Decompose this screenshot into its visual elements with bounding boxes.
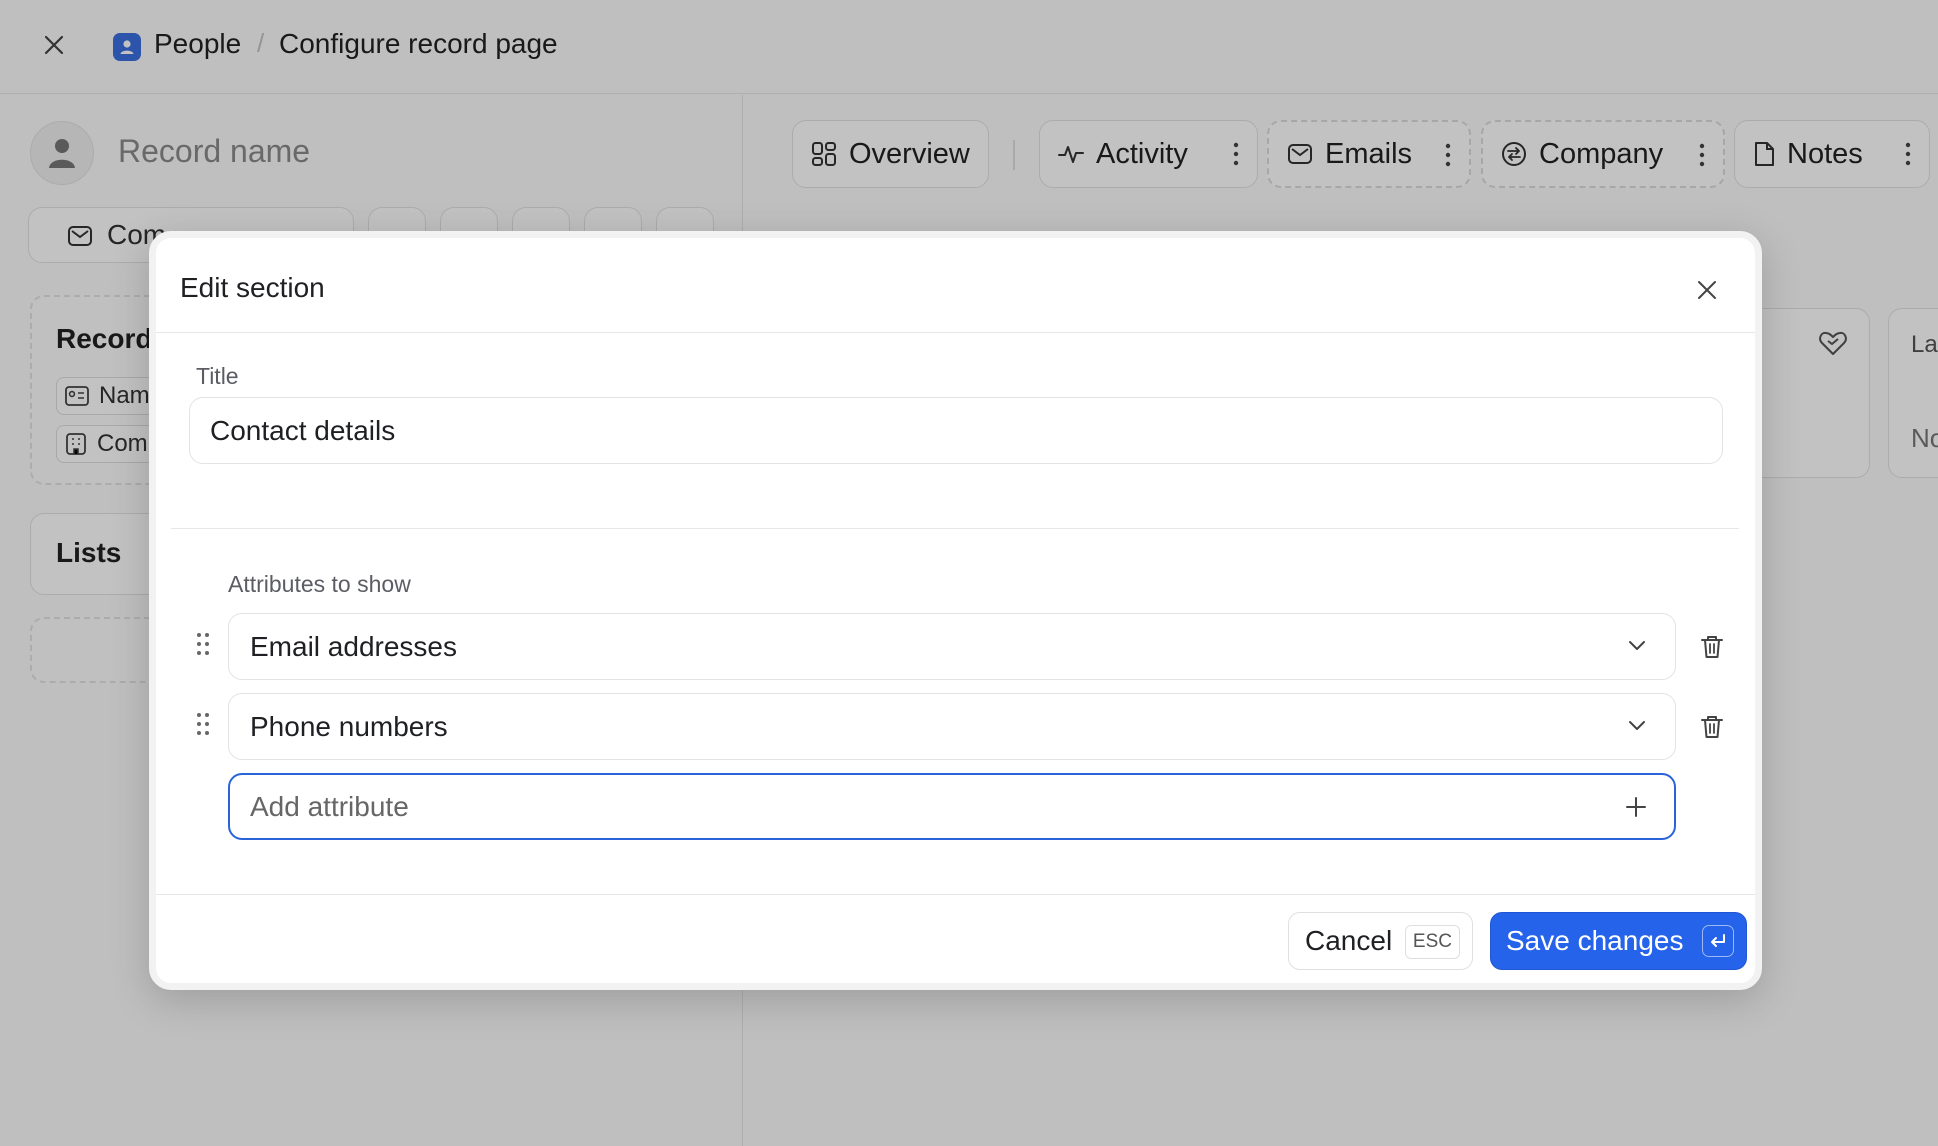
trash-icon[interactable] bbox=[1699, 634, 1725, 660]
chevron-down-icon bbox=[1629, 641, 1645, 650]
attribute-row: Phone numbers bbox=[156, 693, 1755, 760]
attribute-row: Email addresses bbox=[156, 613, 1755, 680]
dialog-header: Edit section bbox=[156, 238, 1755, 333]
drag-handle-icon[interactable] bbox=[196, 631, 210, 657]
attributes-label: Attributes to show bbox=[228, 571, 411, 597]
close-icon[interactable] bbox=[1695, 278, 1719, 302]
dialog-footer: Cancel ESC Save changes bbox=[156, 894, 1755, 983]
attribute-select[interactable]: Phone numbers bbox=[228, 693, 1676, 760]
drag-handle-icon[interactable] bbox=[196, 711, 210, 737]
edit-section-dialog: Edit section Title Attributes to show Em… bbox=[149, 231, 1762, 990]
add-attribute-input[interactable] bbox=[228, 773, 1676, 840]
divider bbox=[171, 528, 1739, 529]
title-input[interactable] bbox=[189, 397, 1723, 464]
save-changes-button[interactable]: Save changes bbox=[1490, 912, 1747, 970]
dialog-title: Edit section bbox=[180, 272, 325, 303]
esc-shortcut: ESC bbox=[1404, 925, 1460, 959]
attribute-select[interactable]: Email addresses bbox=[228, 613, 1676, 680]
cancel-button[interactable]: Cancel ESC bbox=[1288, 912, 1473, 970]
plus-icon[interactable] bbox=[1624, 795, 1648, 819]
chevron-down-icon bbox=[1629, 721, 1645, 730]
enter-key-icon bbox=[1702, 925, 1734, 957]
title-field-label: Title bbox=[196, 363, 239, 389]
trash-icon[interactable] bbox=[1699, 714, 1725, 740]
